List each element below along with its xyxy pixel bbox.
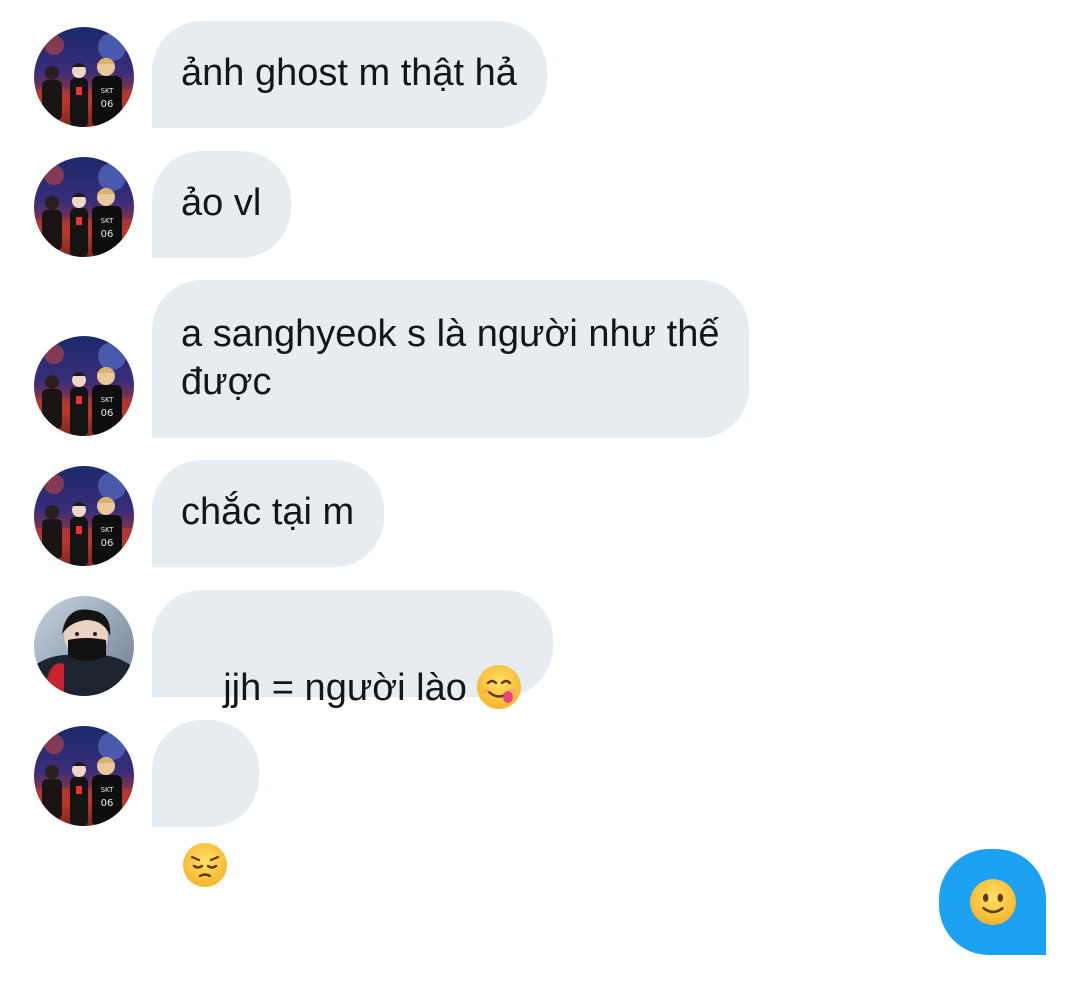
avatar-photo-icon <box>34 336 134 436</box>
received-message-bubble[interactable] <box>152 720 259 887</box>
pensive-face-emoji-icon <box>183 843 227 887</box>
avatar-photo-icon <box>34 726 134 826</box>
message-row: ảo vl <box>0 151 1079 258</box>
avatar[interactable] <box>34 726 134 826</box>
avatar[interactable] <box>34 596 134 696</box>
received-message-bubble[interactable]: ảo vl <box>152 151 292 258</box>
avatar-photo-icon <box>34 596 134 696</box>
received-message-bubble[interactable]: ảnh ghost m thật hả <box>152 21 547 128</box>
message-row <box>0 720 1079 887</box>
sent-message-bubble[interactable] <box>939 849 1046 955</box>
message-row: jjh = người lào <box>0 590 1079 709</box>
avatar[interactable] <box>34 27 134 127</box>
avatar[interactable] <box>34 336 134 436</box>
avatar-photo-icon <box>34 27 134 127</box>
received-message-bubble[interactable]: a sanghyeok s là người như thế được <box>152 280 750 438</box>
message-row: ảnh ghost m thật hả <box>0 21 1079 128</box>
face-savoring-food-emoji-icon <box>476 664 521 709</box>
received-message-bubble[interactable]: jjh = người lào <box>152 590 553 709</box>
received-message-bubble[interactable]: chắc tại m <box>152 460 385 567</box>
slightly-smiling-face-emoji-icon <box>969 879 1016 925</box>
message-row: chắc tại m <box>0 460 1079 567</box>
message-row: a sanghyeok s là người như thế được <box>0 280 1079 438</box>
avatar[interactable] <box>34 466 134 566</box>
avatar[interactable] <box>34 157 134 257</box>
message-text: jjh = người lào <box>223 667 467 709</box>
avatar-photo-icon <box>34 157 134 257</box>
avatar-photo-icon <box>34 466 134 566</box>
